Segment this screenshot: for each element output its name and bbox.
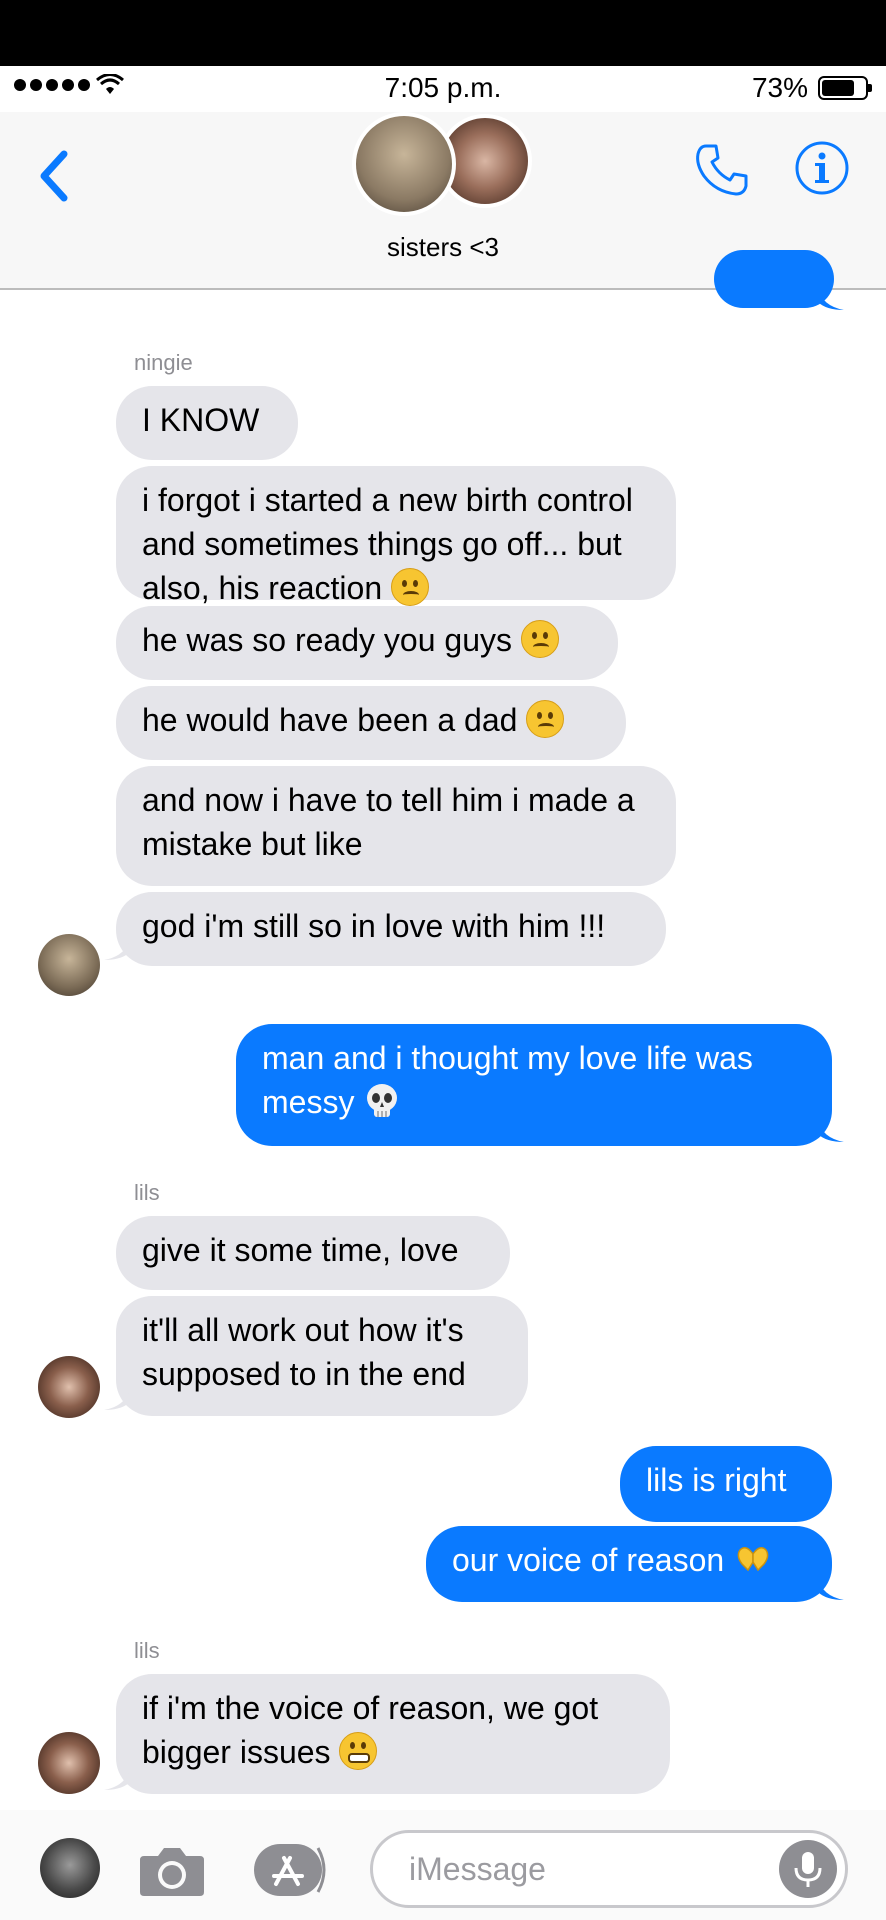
info-icon[interactable]	[794, 140, 850, 196]
message-text: give it some time, love	[142, 1232, 459, 1268]
sender-name: lils	[134, 1638, 160, 1663]
frowning-face-icon	[526, 700, 565, 738]
incoming-message[interactable]: i forgot i started a new birth control a…	[116, 466, 676, 606]
avatar-lils[interactable]	[38, 1732, 100, 1794]
frowning-face-icon	[391, 568, 430, 606]
incoming-message[interactable]: I KNOW	[116, 386, 298, 460]
incoming-message[interactable]: and now i have to tell him i made a mist…	[116, 766, 676, 886]
message-text: he would have been a dad	[142, 702, 518, 738]
message-placeholder: iMessage	[409, 1851, 546, 1887]
bubble-tail	[104, 938, 130, 960]
battery-icon	[818, 76, 872, 100]
grimacing-face-icon	[339, 1732, 378, 1770]
heart-hands-icon	[737, 1547, 769, 1572]
sender-name: ningie	[134, 350, 193, 375]
bubble-tail	[104, 1768, 130, 1790]
incoming-message[interactable]: god i'm still so in love with him !!!	[116, 892, 666, 966]
frowning-face-icon	[520, 620, 559, 658]
skull-icon	[367, 1084, 398, 1117]
sender-name: lils	[134, 1180, 160, 1205]
message-text: our voice of reason	[452, 1542, 725, 1578]
message-text: it'll all work out how it's supposed to …	[142, 1312, 466, 1392]
outgoing-message[interactable]: our voice of reason	[426, 1526, 832, 1602]
sticker-avatar[interactable]	[40, 1838, 100, 1898]
outgoing-bubble-partial	[714, 250, 834, 308]
incoming-message[interactable]: give it some time, love	[116, 1216, 510, 1290]
bubble-tail	[818, 288, 844, 310]
incoming-message[interactable]: he would have been a dad	[116, 686, 626, 760]
message-input[interactable]: iMessage	[370, 1830, 848, 1908]
incoming-message[interactable]: he was so ready you guys	[116, 606, 618, 680]
message-text: i forgot i started a new birth control a…	[142, 482, 633, 606]
phone-icon[interactable]	[692, 140, 752, 200]
avatar-ningie	[352, 112, 456, 216]
message-text: man and i thought my love life was messy	[262, 1040, 753, 1120]
outgoing-message[interactable]: lils is right	[620, 1446, 832, 1522]
battery-status: 73%	[751, 72, 872, 104]
message-text: lils is right	[646, 1462, 787, 1498]
bubble-tail	[818, 1578, 844, 1600]
message-text: he was so ready you guys	[142, 622, 512, 658]
app-store-icon[interactable]	[252, 1840, 332, 1900]
incoming-message[interactable]: if i'm the voice of reason, we got bigge…	[116, 1674, 670, 1794]
compose-bar: iMessage	[0, 1810, 886, 1920]
message-text: I KNOW	[142, 402, 260, 438]
bubble-tail	[818, 1120, 844, 1142]
message-text: and now i have to tell him i made a mist…	[142, 782, 635, 862]
bubble-tail	[104, 1388, 130, 1410]
back-chevron-icon[interactable]	[30, 142, 80, 212]
microphone-button[interactable]	[779, 1840, 837, 1898]
top-black-bar	[0, 0, 886, 66]
message-text: god i'm still so in love with him !!!	[142, 908, 606, 944]
message-thread: ningie I KNOW i forgot i started a new b…	[0, 250, 886, 1810]
outgoing-message[interactable]: man and i thought my love life was messy	[236, 1024, 832, 1146]
status-bar: 7:05 p.m. 73%	[0, 66, 886, 112]
battery-percent: 73%	[751, 72, 808, 103]
microphone-icon	[794, 1852, 822, 1887]
incoming-message[interactable]: it'll all work out how it's supposed to …	[116, 1296, 528, 1416]
avatar-ningie[interactable]	[38, 934, 100, 996]
group-avatars[interactable]	[352, 112, 542, 222]
avatar-lils[interactable]	[38, 1356, 100, 1418]
camera-icon[interactable]	[138, 1842, 206, 1898]
